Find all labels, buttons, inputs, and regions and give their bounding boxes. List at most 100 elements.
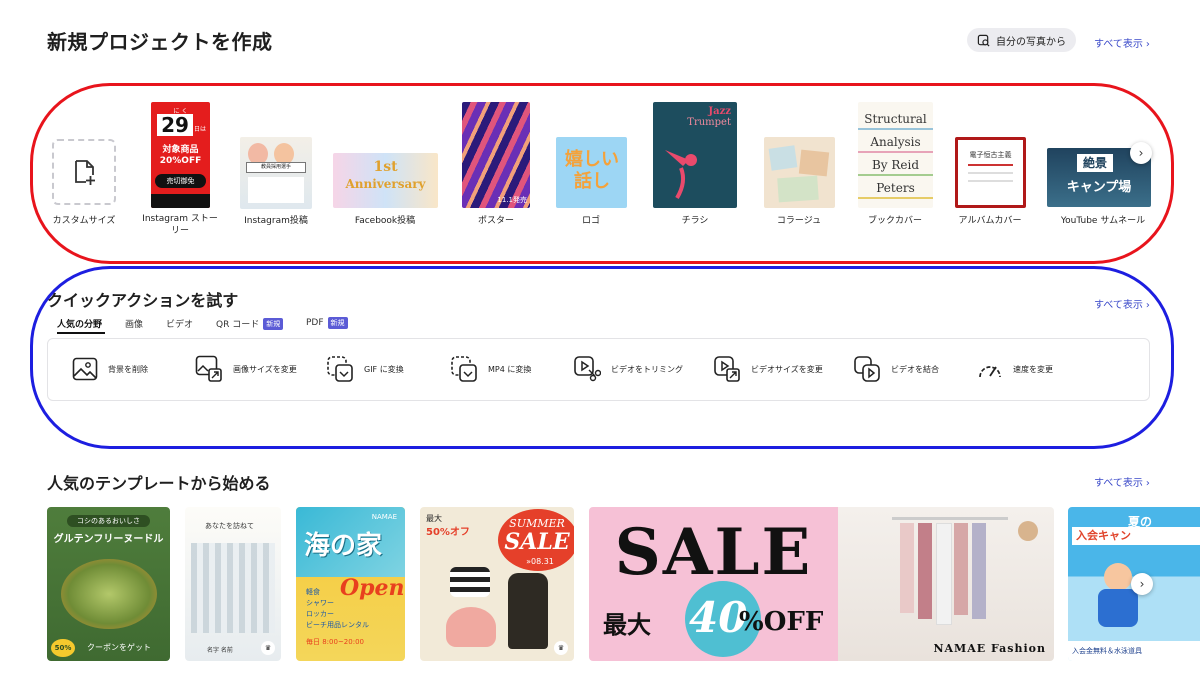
quick-action-trim-video[interactable]: ビデオをトリミング — [573, 355, 683, 383]
custom-size-tile[interactable] — [52, 139, 116, 205]
see-all-label: すべて表示 — [1094, 39, 1143, 50]
quick-action-remove-background[interactable]: 背景を削除 — [72, 357, 148, 381]
quick-action-label: ビデオサイズを変更 — [751, 364, 823, 374]
logo-thumb[interactable]: 嬉しい話し — [556, 137, 627, 208]
quick-action-merge-video[interactable]: ビデオを結合 — [853, 355, 939, 383]
video-resize-icon — [714, 356, 740, 382]
template-text: 入会キャン — [1072, 527, 1200, 545]
tab-qr-code[interactable]: QR コード 新規 — [216, 317, 284, 330]
gif-convert-icon — [327, 356, 353, 382]
quick-action-resize-image[interactable]: 画像サイズを変更 — [195, 355, 297, 383]
collage-thumb[interactable] — [764, 137, 835, 208]
thumb-text: 11.1発売 — [497, 196, 527, 204]
template-card[interactable]: 最大 50%オフ SUMMER SALE »08.31 ♛ — [420, 507, 574, 661]
from-photos-label: 自分の写真から — [996, 36, 1066, 48]
template-text: 50%オフ — [426, 527, 470, 538]
tab-label: PDF — [306, 318, 324, 328]
chevron-right-icon: › — [1145, 300, 1150, 311]
book-cover-thumb[interactable]: Structural Analysis By Reid Peters — [858, 102, 933, 208]
speed-icon — [979, 366, 1001, 378]
album-cover-thumb[interactable]: 電子恒古主義 — [955, 137, 1026, 208]
template-text: NAMAE Fashion — [933, 642, 1046, 655]
quick-action-convert-mp4[interactable]: MP4 に変換 — [450, 355, 531, 383]
quick-actions-title: クイックアクションを試す — [47, 291, 239, 310]
thumb-text: By Reid — [858, 158, 933, 176]
thumb-text: Trumpet — [687, 117, 731, 128]
tab-label: QR コード — [216, 320, 260, 330]
quick-action-label: ビデオを結合 — [891, 364, 939, 374]
tab-pdf[interactable]: PDF 新規 — [306, 317, 348, 329]
facebook-post-thumb[interactable]: 1st Anniversary — [333, 153, 438, 208]
instagram-story-thumb[interactable]: に く 29 日は 対象商品 20%OFF 売切御免 — [151, 102, 210, 208]
template-text: クーポンをゲット — [87, 643, 151, 652]
template-text: SALE — [614, 515, 813, 590]
instagram-post-thumb[interactable]: 教員採用選手 — [240, 137, 312, 209]
new-project-label: ポスター — [477, 216, 514, 226]
thumb-text: 29 — [157, 114, 193, 136]
template-card[interactable]: SALE 最大 40 %OFF — [589, 507, 838, 661]
quick-action-convert-gif[interactable]: GIF に変換 — [326, 355, 404, 383]
template-text: NAMAE — [371, 513, 397, 521]
template-text: 入会金無料＆水泳道具 — [1068, 641, 1200, 661]
new-project-label: ロゴ — [581, 216, 600, 226]
template-text: »08.31 — [526, 557, 554, 566]
new-project-title: 新規プロジェクトを作成 — [47, 30, 273, 54]
image-icon — [72, 357, 98, 381]
thumb-text: 絶景 — [1077, 154, 1113, 172]
thumb-text: 嬉しい話し — [565, 149, 619, 192]
tab-video[interactable]: ビデオ — [166, 317, 193, 330]
quick-action-label: MP4 に変換 — [488, 364, 532, 374]
flyer-thumb[interactable]: Jazz Trumpet — [653, 102, 737, 208]
thumb-text: 電子恒古主義 — [969, 151, 1012, 159]
new-project-label: Facebook投稿 — [354, 216, 416, 226]
thumb-text: 教員採用選手 — [246, 162, 306, 173]
photo-search-icon — [977, 34, 990, 46]
template-text: 最大 — [603, 611, 651, 639]
template-text: 海の家 — [304, 531, 383, 561]
thumb-text: Jazz — [708, 106, 731, 117]
poster-thumb[interactable]: 11.1発売 — [462, 102, 530, 208]
thumb-text: Structural — [858, 112, 933, 130]
template-text: 名字 名前 — [207, 647, 233, 654]
new-project-label: アルバムカバー — [958, 216, 1022, 226]
quick-action-resize-video[interactable]: ビデオサイズを変更 — [713, 355, 823, 383]
crown-icon: ♛ — [554, 641, 568, 655]
templates-title: 人気のテンプレートから始める — [47, 474, 271, 493]
tab-image[interactable]: 画像 — [125, 317, 143, 330]
quick-action-change-speed[interactable]: 速度を変更 — [977, 357, 1053, 381]
templates-see-all-link[interactable]: すべて表示 › — [1094, 474, 1150, 489]
new-project-label: コラージュ — [776, 216, 822, 226]
template-card[interactable]: あなたを訪ねて 名字 名前 ♛ — [185, 507, 281, 661]
template-card[interactable]: NAMAE Fashion — [838, 507, 1054, 661]
template-text: コシのあるおいしさ — [67, 515, 150, 527]
template-text: グルテンフリーヌードル — [53, 534, 164, 545]
mp4-convert-icon — [451, 356, 477, 382]
tab-popular[interactable]: 人気の分野 — [57, 317, 102, 330]
tab-label: 画像 — [125, 320, 144, 330]
video-merge-icon — [854, 356, 880, 382]
from-photos-button[interactable]: 自分の写真から — [967, 28, 1076, 52]
new-project-next-button[interactable]: › — [1130, 142, 1152, 164]
templates-next-button[interactable]: › — [1131, 573, 1153, 595]
quick-action-label: 画像サイズを変更 — [233, 364, 297, 374]
template-text: 毎日 8:00~20:00 — [306, 638, 364, 646]
thumb-text: 日は — [194, 126, 207, 133]
thumb-text: 1st — [373, 159, 398, 175]
crown-icon: ♛ — [261, 641, 275, 655]
new-project-label: ブックカバー — [867, 216, 922, 226]
thumb-text: キャンプ場 — [1066, 180, 1132, 195]
quick-action-label: GIF に変換 — [364, 364, 404, 374]
template-text: あなたを訪ねて — [205, 522, 254, 530]
thumb-text: 売切御免 — [155, 174, 206, 188]
quick-actions-see-all-link[interactable]: すべて表示 › — [1094, 296, 1150, 311]
tab-active-indicator — [57, 332, 105, 334]
new-project-label: カスタムサイズ — [52, 216, 116, 226]
thumb-text: 対象商品 — [162, 145, 199, 155]
template-card[interactable]: NAMAE 海の家 Open 軽食 シャワー ロッカー ビーチ用品レンタル 毎日… — [296, 507, 405, 661]
new-project-see-all-link[interactable]: すべて表示 › — [1094, 35, 1150, 50]
new-project-label: Instagram投稿 — [244, 216, 308, 226]
thumb-text: Peters — [858, 181, 933, 199]
new-project-label: Instagram ストーリー — [142, 214, 218, 236]
template-card[interactable]: コシのあるおいしさ グルテンフリーヌードル 50% クーポンをゲット — [47, 507, 170, 661]
template-text: %OFF — [739, 607, 824, 637]
